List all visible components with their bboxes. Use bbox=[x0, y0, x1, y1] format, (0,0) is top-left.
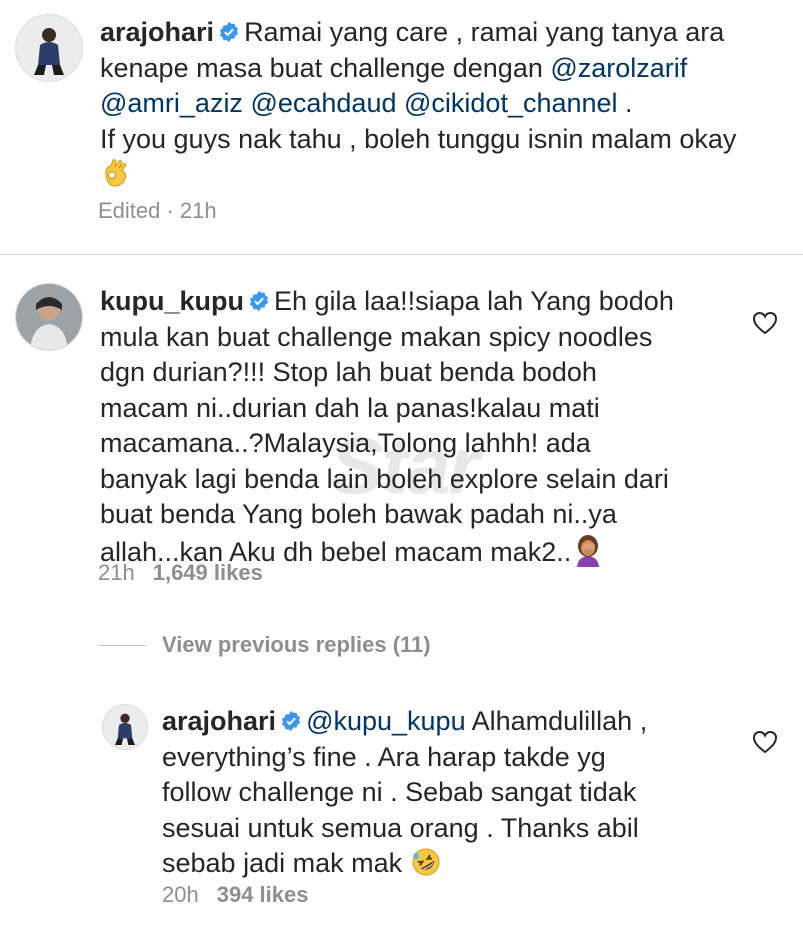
comment-line: Alhamdulillah , bbox=[465, 706, 648, 736]
comment-line: everything’s fine . Ara harap takde yg bbox=[162, 741, 606, 772]
mention-link[interactable]: @ecahdaud bbox=[250, 88, 396, 118]
likes-count[interactable]: 1,649 likes bbox=[153, 560, 263, 585]
profile-photo-icon bbox=[16, 284, 82, 350]
comment-meta: 20h 394 likes bbox=[162, 882, 308, 908]
profile-photo-icon bbox=[16, 15, 82, 81]
comment-line: banyak lagi benda lain boleh explore sel… bbox=[100, 463, 669, 494]
mention-link[interactable]: @amri_aziz bbox=[100, 88, 243, 118]
comment-1: arajohari Ramai yang care , ramai yang ta… bbox=[0, 0, 803, 240]
comment-line: sesuai untuk semua orang . Thanks abil bbox=[162, 812, 639, 843]
username[interactable]: kupu_kupu bbox=[100, 286, 244, 316]
avatar[interactable] bbox=[102, 704, 148, 750]
profile-photo-icon bbox=[103, 705, 147, 749]
comment-meta: Edited · 21h bbox=[98, 198, 217, 223]
rofl-emoji bbox=[412, 848, 440, 876]
avatar[interactable] bbox=[15, 283, 83, 351]
verified-badge-icon bbox=[219, 21, 239, 43]
verified-badge-icon bbox=[281, 710, 301, 732]
username[interactable]: arajohari bbox=[162, 706, 276, 736]
comment-line: If you guys nak tahu , boleh tunggu isni… bbox=[100, 123, 737, 154]
comment-text: arajohari Ramai yang care , ramai yang ta… bbox=[100, 15, 790, 193]
avatar[interactable] bbox=[15, 14, 83, 82]
comment-meta: 21h 1,649 likes bbox=[98, 560, 263, 586]
comment-line: Ramai yang care , ramai yang tanya ara bbox=[244, 17, 725, 47]
reply-text: arajohari @kupu_kupu Alhamdulillah , ever… bbox=[162, 704, 732, 882]
ok-hand-emoji bbox=[105, 159, 127, 187]
comment-time: 20h bbox=[162, 882, 199, 907]
mention-link[interactable]: @cikidot_channel bbox=[404, 88, 618, 118]
comment-line: macamana..?Malaysia,Tolong lahhh! ada bbox=[100, 428, 591, 458]
comment-line: macam ni..durian dah la panas!kalau mati bbox=[100, 392, 600, 423]
mention-link[interactable]: @kupu_kupu bbox=[306, 706, 466, 736]
view-previous-replies-button[interactable]: View previous replies (11) bbox=[162, 632, 431, 658]
like-heart-icon[interactable] bbox=[752, 730, 778, 754]
mention-link[interactable]: @zarolzarif bbox=[550, 53, 687, 83]
divider bbox=[0, 254, 803, 255]
comment-line: . bbox=[617, 88, 633, 118]
comment-line: sebab jadi mak mak bbox=[162, 848, 410, 878]
verified-badge-icon bbox=[249, 290, 269, 312]
comment-line: dgn durian?!!! Stop lah buat benda bodoh bbox=[100, 357, 597, 387]
comment-line: Eh gila laa!!siapa lah Yang bodoh bbox=[274, 286, 674, 316]
comment-line: kenape masa buat challenge dengan bbox=[100, 52, 551, 83]
facepalm-emoji bbox=[577, 534, 600, 567]
replies-divider-line bbox=[98, 645, 146, 646]
comment-text: kupu_kupu Eh gila laa!!siapa lah Yang bod… bbox=[100, 284, 740, 570]
likes-count[interactable]: 394 likes bbox=[217, 882, 309, 907]
like-heart-icon[interactable] bbox=[752, 311, 778, 335]
comment-line: follow challenge ni . Sebab sangat tidak bbox=[162, 777, 637, 807]
comment-time: 21h bbox=[98, 560, 135, 585]
comment-line: buat benda Yang boleh bawak padah ni..ya bbox=[100, 499, 617, 529]
comment-line: mula kan buat challenge makan spicy nood… bbox=[100, 321, 653, 352]
username[interactable]: arajohari bbox=[100, 17, 214, 47]
